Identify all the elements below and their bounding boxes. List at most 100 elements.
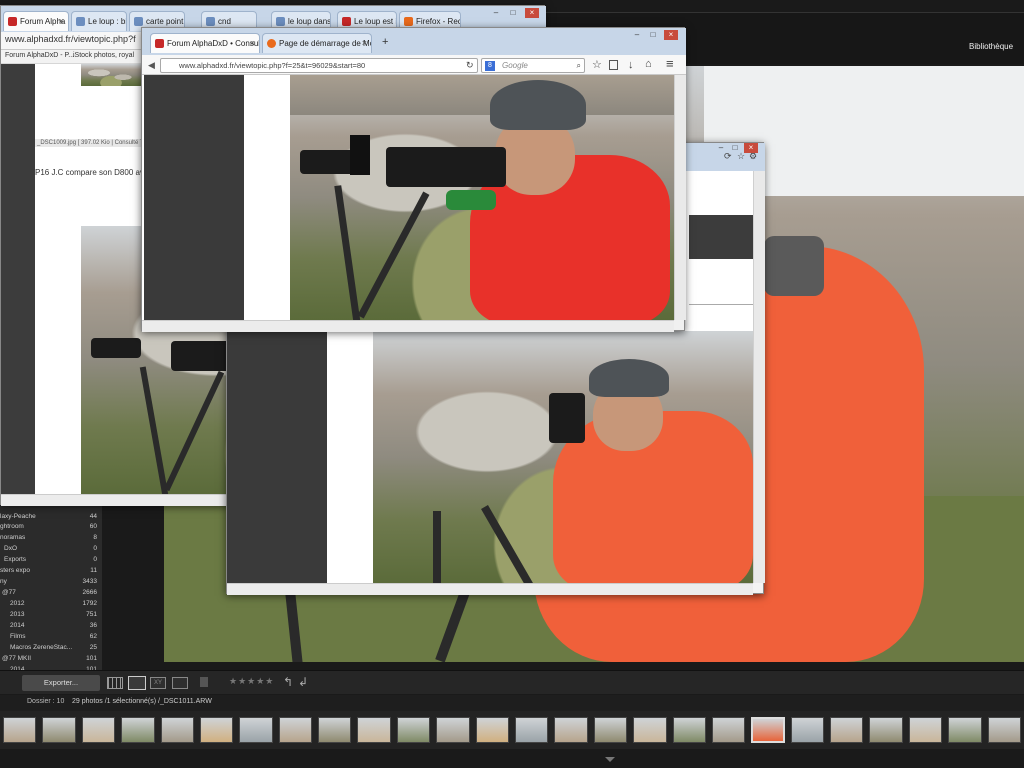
filmstrip-thumbnail[interactable]: [987, 717, 1021, 743]
filmstrip-thumbnail[interactable]: [318, 717, 352, 743]
flag-icon[interactable]: [200, 677, 208, 687]
front-url-bar[interactable]: www.alphadxd.fr/viewtopic.php?f=25&t=960…: [160, 58, 478, 73]
post-text: P16 J.C compare son D800 av: [35, 168, 144, 177]
front-post-photo: [290, 75, 674, 320]
search-icon[interactable]: ⌕: [577, 59, 581, 73]
left-panel: laxy-Peache 44 ghtroom 60 noramas 8 DxO 0 Ex…: [0, 498, 102, 673]
filmstrip: [0, 711, 1024, 749]
grid-view-icon[interactable]: [107, 677, 123, 689]
folder-row[interactable]: ny 3433: [0, 577, 100, 587]
survey-view-icon[interactable]: [172, 677, 188, 689]
filmstrip-thumbnail[interactable]: [239, 717, 273, 743]
folder-row[interactable]: 2014 36: [0, 621, 100, 631]
filmstrip-thumbnail[interactable]: [908, 717, 943, 743]
folder-row[interactable]: @77 2666: [0, 588, 100, 598]
filmstrip-thumbnail[interactable]: [396, 717, 431, 743]
lightroom-toolbar: Exporter... XY ★★★★★ ↰ ↲: [0, 670, 1024, 694]
folder-row[interactable]: Exports 0: [0, 555, 100, 565]
folder-row[interactable]: laxy-Peache 44: [0, 512, 100, 522]
bottom-panel-toggle[interactable]: [605, 757, 615, 762]
search-input[interactable]: 8 Google ⌕: [481, 58, 585, 73]
folder-row[interactable]: @77 MKII 101: [0, 654, 100, 664]
folder-row[interactable]: 2012 1792: [0, 599, 100, 609]
rating-stars[interactable]: ★★★★★: [229, 676, 274, 687]
filmstrip-thumbnail[interactable]: [199, 717, 234, 743]
bookmark-item[interactable]: Forum AlphaDxD - P...: [5, 52, 74, 59]
filmstrip-thumbnail[interactable]: [790, 717, 825, 743]
filmstrip-thumbnail[interactable]: [830, 717, 864, 743]
folder-list: laxy-Peache 44 ghtroom 60 noramas 8 DxO 0 Ex…: [0, 512, 100, 684]
folder-row[interactable]: DxO 0: [0, 544, 100, 554]
front-tab[interactable]: Forum AlphaDxD • Consult... ×: [150, 33, 260, 53]
front-tab[interactable]: Page de démarrage de Mo... ×: [262, 33, 372, 53]
reload-icon[interactable]: ↻: [466, 59, 474, 71]
download-icon[interactable]: ↓: [628, 59, 634, 71]
middle-close-button[interactable]: ×: [744, 143, 758, 153]
filmstrip-thumbnail[interactable]: [160, 717, 194, 743]
bookmark-star-icon[interactable]: ☆: [592, 59, 602, 71]
back-minimize-button[interactable]: –: [489, 8, 503, 18]
filmstrip-thumbnail[interactable]: [81, 717, 116, 743]
front-browser-window: Forum AlphaDxD • Consult... × Page de dém…: [141, 27, 686, 332]
middle-minimize-button[interactable]: –: [714, 143, 728, 153]
front-tab-strip: Forum AlphaDxD • Consult... × Page de dém…: [142, 28, 686, 55]
url-text: www.alphadxd.fr/viewtopic.php?f=25&t=960…: [179, 61, 366, 70]
home-icon[interactable]: ⌂: [645, 58, 652, 70]
back-maximize-button[interactable]: □: [506, 8, 520, 18]
filmstrip-thumbnail[interactable]: [948, 717, 982, 743]
filmstrip-thumbnail[interactable]: [633, 717, 667, 743]
folder-row[interactable]: sters expo 11: [0, 566, 100, 576]
filmstrip-thumbnail[interactable]: [751, 717, 785, 743]
front-close-button[interactable]: ×: [664, 30, 678, 40]
middle-scrollbar[interactable]: [753, 171, 765, 583]
middle-hscroll[interactable]: [227, 583, 753, 595]
filmstrip-header: Dossier : 10 29 photos /1 sélectionné(s)…: [0, 695, 1024, 711]
rotate-right-icon[interactable]: ↲: [298, 675, 308, 689]
folder-row[interactable]: 2013 751: [0, 610, 100, 620]
back-url[interactable]: www.alphadxd.fr/viewtopic.php?f: [5, 34, 136, 44]
middle-photo: [373, 331, 753, 583]
photo-count-label[interactable]: 29 photos /1 sélectionné(s) /_DSC1011.AR…: [72, 698, 212, 705]
filmstrip-thumbnail[interactable]: [475, 717, 509, 743]
front-scrollbar[interactable]: [674, 75, 686, 320]
photographer-beanie: [490, 80, 586, 130]
back-tab[interactable]: Le loup : bic: [71, 11, 127, 31]
export-button[interactable]: Exporter...: [22, 675, 100, 691]
module-bibliotheque[interactable]: Bibliothèque: [969, 42, 1013, 51]
filmstrip-thumbnail[interactable]: [278, 717, 313, 743]
rotate-left-icon[interactable]: ↰: [283, 675, 293, 689]
front-minimize-button[interactable]: –: [630, 30, 644, 40]
middle-maximize-button[interactable]: □: [728, 143, 742, 153]
back-arrow-icon[interactable]: ◀: [148, 59, 155, 71]
bookmarks-menu-icon[interactable]: [609, 60, 618, 70]
folder-row[interactable]: ghtroom 60: [0, 522, 100, 532]
new-tab-button[interactable]: +: [382, 36, 388, 48]
loupe-view-icon[interactable]: [128, 676, 146, 690]
front-maximize-button[interactable]: □: [646, 30, 660, 40]
filmstrip-thumbnail[interactable]: [593, 717, 628, 743]
menu-icon[interactable]: ≡: [666, 57, 674, 70]
source-label[interactable]: Dossier : 10: [27, 698, 64, 705]
front-hscroll[interactable]: [142, 320, 674, 332]
filmstrip-thumbnail[interactable]: [554, 717, 588, 743]
filmstrip-thumbnail[interactable]: [515, 717, 549, 743]
filmstrip-thumbnail[interactable]: [711, 717, 746, 743]
filmstrip-thumbnail[interactable]: [436, 717, 470, 743]
compare-view-icon[interactable]: XY: [150, 677, 166, 689]
bookmark-item[interactable]: iStock photos, royal: [73, 52, 134, 59]
folder-row[interactable]: noramas 8: [0, 533, 100, 543]
filmstrip-thumbnail[interactable]: [3, 717, 37, 743]
search-engine-icon: 8: [485, 61, 495, 71]
back-close-button[interactable]: ×: [525, 8, 539, 18]
image-caption: _DSC1009.jpg [ 397.02 Kio | Consulté 7: [35, 139, 145, 147]
folder-row[interactable]: Macros ZereneStac... 25: [0, 643, 100, 653]
folder-row[interactable]: Films 62: [0, 632, 100, 642]
camera-body: [386, 147, 506, 187]
filmstrip-thumbnail[interactable]: [121, 717, 155, 743]
back-tab[interactable]: Forum Alpha ×: [3, 11, 69, 31]
filmstrip-thumbnail[interactable]: [869, 717, 903, 743]
filmstrip-thumbnail[interactable]: [672, 717, 706, 743]
filmstrip-thumbnail[interactable]: [357, 717, 391, 743]
front-nav-bar: ◀ www.alphadxd.fr/viewtopic.php?f=25&t=9…: [142, 55, 686, 75]
filmstrip-thumbnail[interactable]: [42, 717, 76, 743]
